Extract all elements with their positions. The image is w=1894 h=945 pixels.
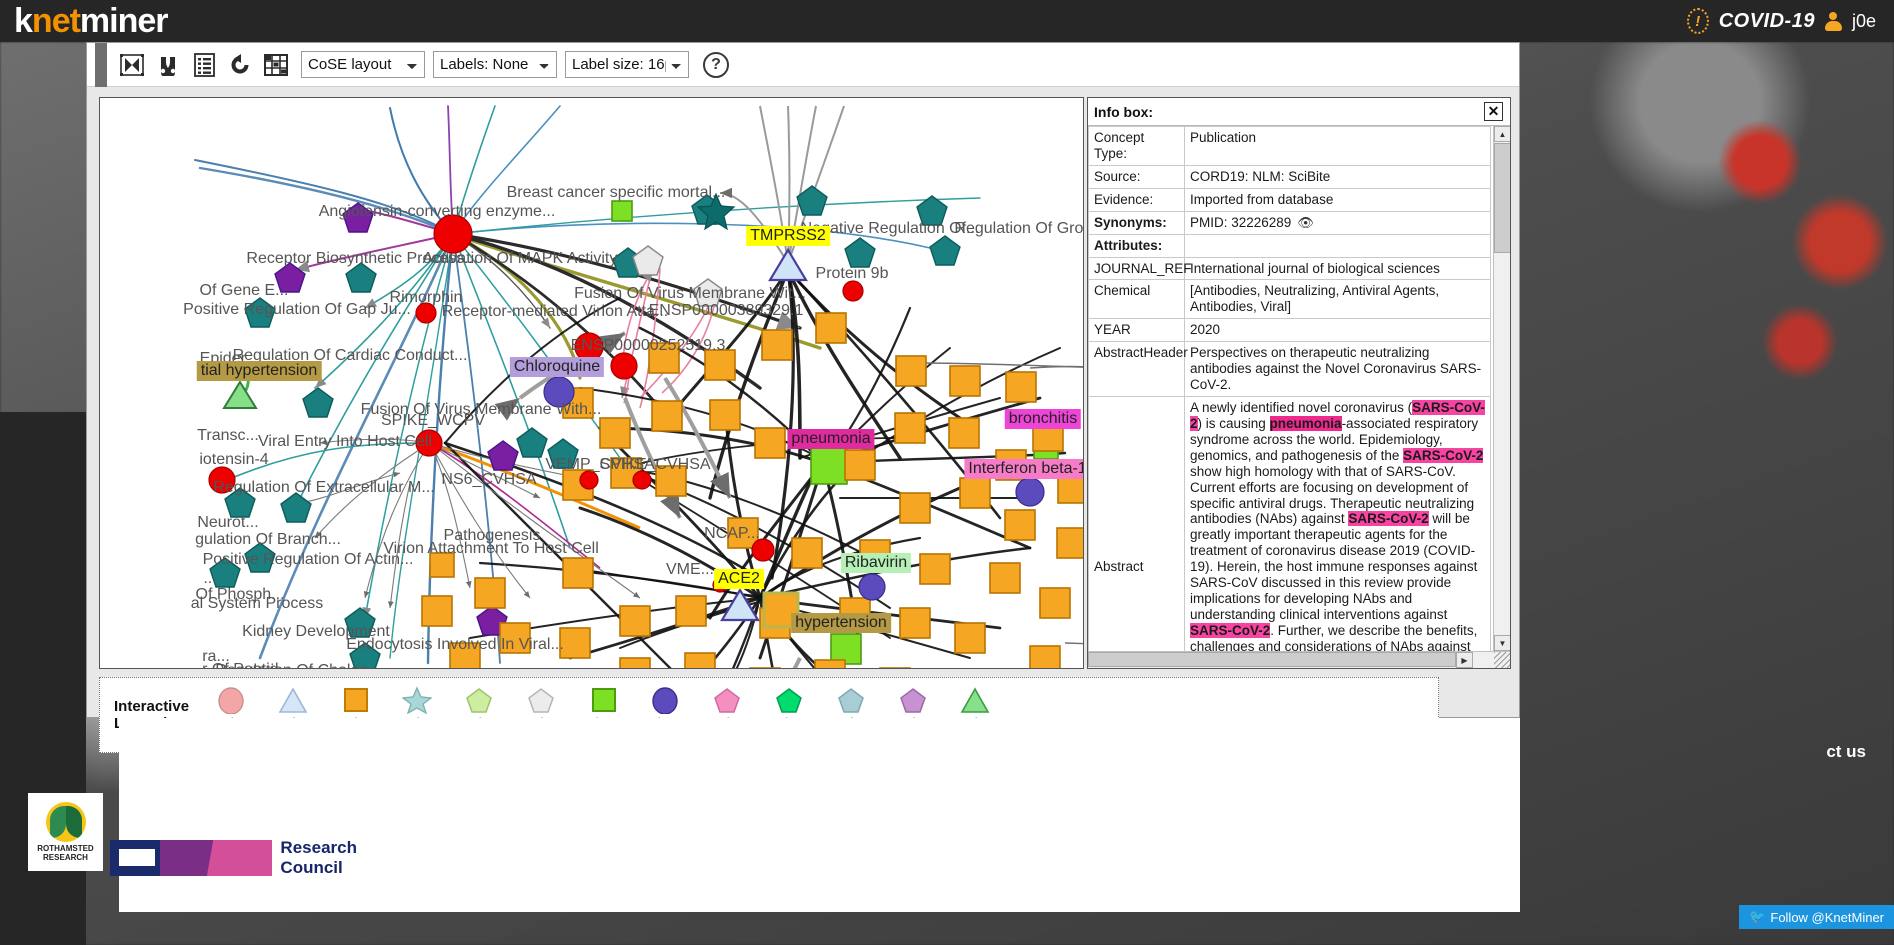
logo-k: k	[14, 2, 33, 40]
hscroll-thumb[interactable]	[1088, 652, 1456, 667]
bbsrc-logo: Research Council	[110, 838, 410, 878]
info-box-abstract-row: Abstract A newly identified novel coronav…	[1088, 395, 1491, 668]
rothamsted-line2: RESEARCH	[43, 852, 88, 862]
info-box-row-value: Publication	[1184, 126, 1491, 166]
info-box-vertical-scrollbar[interactable]: ▲ ▼	[1493, 126, 1510, 668]
logo-net: net	[31, 2, 81, 40]
info-box-scroll-area[interactable]: Concept Type: Publication Source: CORD19: N…	[1088, 126, 1510, 668]
info-box-row-value: International journal of biological scie…	[1184, 256, 1491, 281]
logo-miner: miner	[79, 2, 169, 40]
info-box-row: Source: CORD19: NLM: SciBite	[1088, 164, 1491, 189]
resize-grip[interactable]	[1494, 652, 1510, 668]
info-box-row-value: Imported from database	[1184, 187, 1491, 212]
graph-toolbar: CoSE layoutCircle layoutGrid layoutConce…	[87, 42, 1519, 87]
fit-to-screen-icon[interactable]	[115, 50, 149, 80]
ec-shape-icon	[712, 686, 742, 714]
app-header: knetminer ! COVID-19 j0e	[0, 0, 1894, 42]
twitter-label: Follow @KnetMiner	[1770, 909, 1884, 925]
drug-shape-icon	[650, 686, 680, 714]
help-icon[interactable]: ?	[703, 51, 729, 78]
info-box-row-key: JOURNAL_REF	[1088, 256, 1192, 281]
scroll-down-icon[interactable]: ▼	[1494, 635, 1510, 651]
layout-select[interactable]: CoSE layoutCircle layoutGrid layoutConce…	[301, 51, 425, 78]
rothamsted-logo: ROTHAMSTED RESEARCH	[28, 793, 103, 871]
label-size-select[interactable]: Label size: 10pxLabel size: 12pxLabel si…	[565, 51, 689, 78]
eye-icon[interactable]: 👁	[1297, 215, 1314, 230]
network-view-window: CoSE layoutCircle layoutGrid layoutConce…	[86, 42, 1520, 773]
info-box-row-value: 2020	[1184, 318, 1491, 343]
publication-shape-icon	[340, 686, 370, 714]
scroll-thumb[interactable]	[1494, 143, 1510, 253]
info-box-row-value	[1184, 233, 1491, 258]
bioproc-shape-icon	[836, 686, 866, 714]
cellcomp-shape-icon	[774, 686, 804, 714]
disease-shape-icon	[960, 686, 990, 714]
network-window-lower-area	[119, 718, 1520, 812]
rothamsted-line1: ROTHAMSTED	[37, 843, 94, 853]
info-box-row-key: Source:	[1088, 164, 1185, 189]
info-box-header: Info box: ✕	[1088, 98, 1510, 126]
info-box-row-key: Chemical	[1088, 279, 1185, 320]
knetminer-logo[interactable]: knetminer	[14, 2, 169, 40]
rothamsted-mark	[45, 801, 86, 842]
info-box-row-key: Synonyms:	[1088, 210, 1185, 235]
info-box-table: Concept Type: Publication Source: CORD19: N…	[1088, 126, 1491, 668]
snp-shape-icon	[402, 686, 432, 714]
bbsrc-mark	[110, 840, 160, 876]
info-box-panel: Info box: ✕ Concept Type: Publication Sour…	[1087, 97, 1511, 669]
user-name[interactable]: j0e	[1852, 11, 1876, 32]
info-box-row: Synonyms: PMID: 32226289 👁	[1088, 210, 1491, 235]
rothamsted-text: ROTHAMSTED RESEARCH	[37, 843, 94, 863]
refresh-icon[interactable]	[223, 50, 257, 80]
header-right-group: ! COVID-19 j0e	[1686, 8, 1876, 34]
info-box-row: Concept Type: Publication	[1088, 126, 1491, 166]
scroll-right-icon[interactable]: ▶	[1456, 652, 1473, 668]
list-icon[interactable]	[187, 50, 221, 80]
info-box-row-key: YEAR	[1088, 318, 1185, 343]
close-icon[interactable]: ✕	[1484, 102, 1503, 121]
protein-shape-icon	[216, 686, 246, 714]
info-box-row: YEAR 2020	[1088, 318, 1491, 343]
info-box-abstract-value: A newly identified novel coronavirus (SA…	[1184, 395, 1491, 668]
info-box-row: Chemical [Antibodies, Neutralizing, Antiv…	[1088, 279, 1491, 320]
domain-shape-icon	[526, 686, 556, 714]
scroll-up-icon[interactable]: ▲	[1494, 126, 1510, 142]
bbsrc-text: Research Council	[280, 838, 357, 877]
labels-select[interactable]: Labels: NoneLabels: AllLabels: Selected	[433, 51, 557, 78]
legend-title-line1: Interactive	[114, 697, 190, 715]
twitter-follow-button[interactable]: 🐦 Follow @KnetMiner	[1739, 905, 1894, 929]
covid-alert-icon[interactable]: !	[1686, 8, 1709, 34]
info-box-row-value: PMID: 32226289 👁	[1184, 210, 1491, 235]
info-box-row-key: AbstractHeader	[1088, 341, 1188, 397]
info-box-row: Evidence: Imported from database	[1088, 187, 1491, 212]
user-avatar-icon[interactable]	[1824, 11, 1842, 31]
contact-us-link[interactable]: ct us	[1826, 742, 1866, 762]
info-box-row-value: [Antibodies, Neutralizing, Antiviral Age…	[1184, 279, 1491, 320]
binoculars-icon[interactable]	[151, 50, 185, 80]
info-box-horizontal-scrollbar[interactable]: ▶	[1088, 651, 1510, 668]
trait-shape-icon	[464, 686, 494, 714]
grid-icon[interactable]	[259, 50, 293, 80]
info-box-abstract-key: Abstract	[1088, 395, 1185, 668]
molfunc-shape-icon	[898, 686, 928, 714]
covid-label[interactable]: COVID-19	[1719, 10, 1815, 33]
info-box-row-key: Attributes:	[1088, 233, 1185, 258]
network-graph-canvas[interactable]: Breast cancer specific mortal... Angioten…	[99, 97, 1084, 669]
info-box-row: JOURNAL_REF International journal of biol…	[1088, 256, 1491, 281]
info-box-row: AbstractHeader Perspectives on therapeuti…	[1088, 341, 1491, 397]
info-box-row-value: CORD19: NLM: SciBite	[1184, 164, 1491, 189]
info-box-row-value: Perspectives on therapeutic neutralizing…	[1184, 341, 1491, 397]
gene-shape-icon	[278, 686, 308, 714]
network-graph-svg	[194, 105, 1083, 668]
info-box-row: Attributes:	[1088, 233, 1491, 258]
info-box-row-key: Evidence:	[1088, 187, 1185, 212]
info-box-row-key: Concept Type:	[1088, 126, 1185, 166]
twitter-bird-icon: 🐦	[1749, 909, 1766, 924]
bbsrc-swoosh	[159, 840, 273, 876]
toolbar-drag-handle[interactable]	[95, 42, 107, 87]
info-box-title: Info box:	[1094, 103, 1154, 120]
phenotype-shape-icon	[588, 686, 618, 714]
